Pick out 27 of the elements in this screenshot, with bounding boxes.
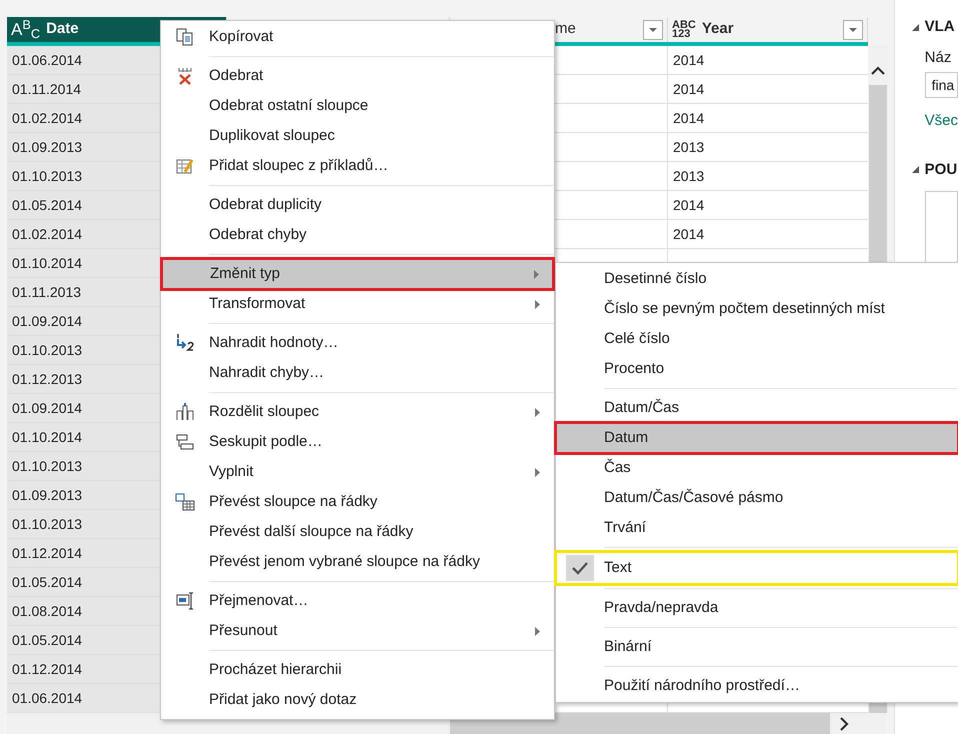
table-cell: 2014 xyxy=(668,220,868,248)
table-cell: 2014 xyxy=(668,191,868,219)
link[interactable]: Všec xyxy=(924,110,958,132)
menu-item[interactable]: Čas xyxy=(556,453,958,483)
menu-item[interactable]: Text xyxy=(556,552,958,584)
menu-item[interactable]: Číslo se pevným počtem desetinných míst xyxy=(556,294,958,324)
table-cell: 2014 xyxy=(668,75,868,103)
table-cell: 2013 xyxy=(668,133,868,161)
menu-item[interactable]: Datum/Čas/Časové pásmo xyxy=(556,483,958,513)
data-type-icon[interactable]: ABC 123 xyxy=(672,20,696,39)
section-heading: VLA xyxy=(924,17,955,37)
name-field[interactable]: fina xyxy=(924,72,958,98)
menu-item[interactable]: Použití národního prostředí… xyxy=(556,671,958,701)
table-cell: 2013 xyxy=(668,162,868,190)
table-cell: 2014 xyxy=(668,104,868,132)
table-cell: 2014 xyxy=(668,46,868,74)
menu-item[interactable]: Datum/Čas xyxy=(556,393,958,423)
menu-item[interactable]: Trvání xyxy=(556,513,958,543)
section-heading: POU xyxy=(924,160,958,180)
menu-item[interactable]: Desetinné číslo xyxy=(556,264,958,294)
menu-item[interactable]: Celé číslo xyxy=(556,324,958,354)
field-label: Náz xyxy=(924,48,952,68)
menu-item[interactable]: Datum xyxy=(556,423,958,453)
menu-item[interactable]: Procento xyxy=(556,354,958,384)
menu-item[interactable]: Změnit typ xyxy=(162,259,553,289)
menu-item[interactable]: Pravda/nepravda xyxy=(556,593,958,623)
menu-item[interactable]: Binární xyxy=(556,632,958,662)
